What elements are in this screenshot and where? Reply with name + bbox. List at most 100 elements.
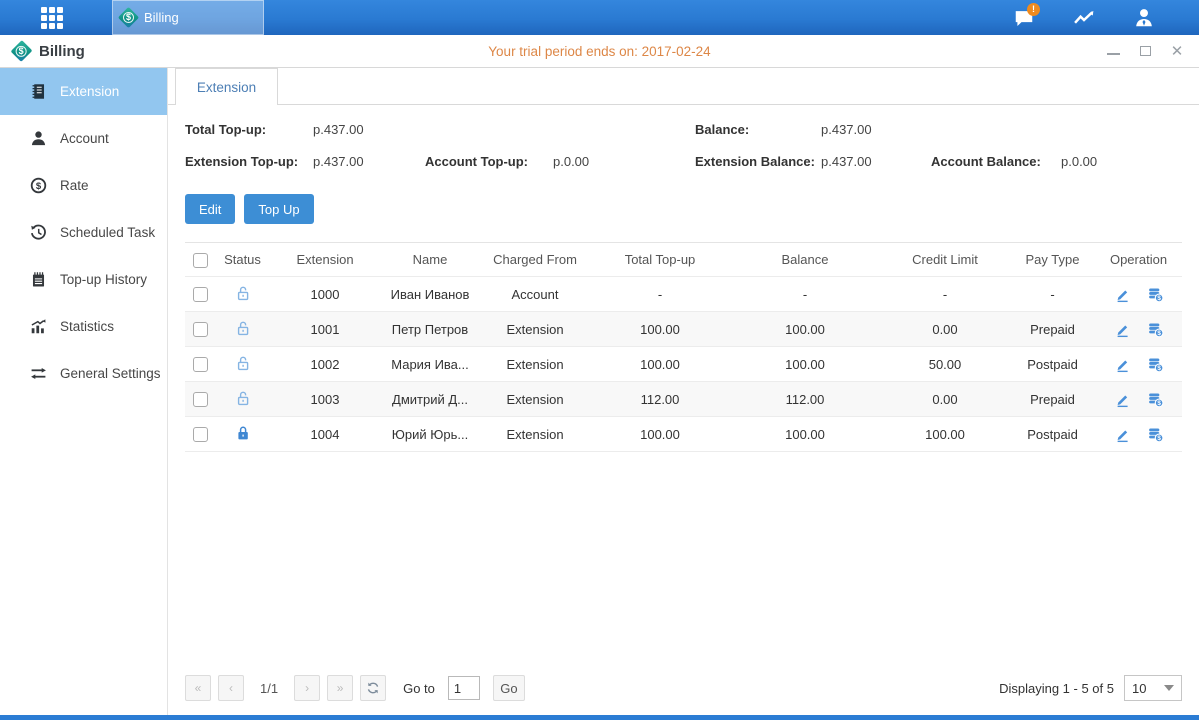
charged-from-cell: Extension xyxy=(480,322,590,337)
minimize-button[interactable] xyxy=(1105,43,1121,59)
sidebar-item-rate[interactable]: $ Rate xyxy=(0,162,167,209)
top-up-icon[interactable]: $ xyxy=(1147,356,1164,373)
extension-balance-value: p.437.00 xyxy=(821,154,931,169)
balance-cell: - xyxy=(730,287,880,302)
table-row: 1001 Петр Петров Extension 100.00 100.00… xyxy=(185,312,1182,347)
refresh-icon xyxy=(366,681,380,695)
lock-closed-icon xyxy=(235,425,251,441)
header-extension: Extension xyxy=(270,252,380,267)
billing-window-icon: $ xyxy=(11,40,33,62)
taskbar-tab-label: Billing xyxy=(144,10,179,25)
last-page-button[interactable]: » xyxy=(327,675,353,701)
header-name: Name xyxy=(380,252,480,267)
sidebar-item-extension[interactable]: Extension xyxy=(0,68,167,115)
credit-limit-cell: 0.00 xyxy=(880,392,1010,407)
page-size-select[interactable]: 10 xyxy=(1124,675,1182,701)
row-checkbox[interactable] xyxy=(193,287,208,302)
tab-strip: Extension xyxy=(168,68,1199,105)
balance-value: p.437.00 xyxy=(821,122,931,137)
sidebar-item-scheduled-task[interactable]: Scheduled Task xyxy=(0,209,167,256)
next-page-button[interactable]: › xyxy=(294,675,320,701)
balance-cell: 112.00 xyxy=(730,392,880,407)
header-total-topup: Total Top-up xyxy=(590,252,730,267)
total-topup-cell: - xyxy=(590,287,730,302)
sidebar-item-label: Scheduled Task xyxy=(60,225,155,240)
bottom-accent-strip xyxy=(0,715,1199,720)
sidebar-item-label: Top-up History xyxy=(60,272,147,287)
table-row: 1003 Дмитрий Д... Extension 112.00 112.0… xyxy=(185,382,1182,417)
main-content: Extension Total Top-up: p.437.00 Balance… xyxy=(168,68,1199,715)
row-checkbox[interactable] xyxy=(193,322,208,337)
top-up-button[interactable]: Top Up xyxy=(244,194,313,224)
window-titlebar: $ Billing Your trial period ends on: 201… xyxy=(0,35,1199,68)
extension-topup-value: p.437.00 xyxy=(313,154,425,169)
statistics-button[interactable] xyxy=(1059,0,1109,35)
account-topup-value: p.0.00 xyxy=(553,154,695,169)
top-up-icon[interactable]: $ xyxy=(1147,321,1164,338)
bar-chart-arrow-icon xyxy=(30,318,47,335)
first-page-button[interactable]: « xyxy=(185,675,211,701)
displaying-status: Displaying 1 - 5 of 5 xyxy=(999,681,1114,696)
extension-cell: 1002 xyxy=(270,357,380,372)
app-grid-button[interactable] xyxy=(28,0,76,35)
extension-cell: 1003 xyxy=(270,392,380,407)
tab-label: Extension xyxy=(197,80,256,95)
refresh-button[interactable] xyxy=(360,675,386,701)
user-account-button[interactable] xyxy=(1119,0,1169,35)
row-checkbox[interactable] xyxy=(193,392,208,407)
taskbar: $ Billing ! xyxy=(0,0,1199,35)
svg-text:$: $ xyxy=(1157,295,1161,302)
pagination-bar: « ‹ 1/1 › » Go to Go Displaying 1 - 5 of… xyxy=(168,675,1199,715)
edit-icon[interactable] xyxy=(1114,286,1131,303)
messages-button[interactable]: ! xyxy=(999,0,1049,35)
edit-icon[interactable] xyxy=(1114,356,1131,373)
pay-type-cell: Prepaid xyxy=(1010,392,1095,407)
account-balance-label: Account Balance: xyxy=(931,154,1061,169)
charged-from-cell: Account xyxy=(480,287,590,302)
edit-icon[interactable] xyxy=(1114,321,1131,338)
sidebar: Extension Account $ Rate Scheduled Task xyxy=(0,68,168,715)
extensions-table: Status Extension Name Charged From Total… xyxy=(185,242,1182,452)
top-up-icon[interactable]: $ xyxy=(1147,391,1164,408)
line-chart-icon xyxy=(1071,7,1097,29)
lock-open-icon xyxy=(235,390,251,406)
header-credit-limit: Credit Limit xyxy=(880,252,1010,267)
svg-text:$: $ xyxy=(1157,435,1161,442)
row-checkbox[interactable] xyxy=(193,427,208,442)
prev-page-button[interactable]: ‹ xyxy=(218,675,244,701)
edit-button[interactable]: Edit xyxy=(185,194,235,224)
sidebar-item-label: Extension xyxy=(60,84,119,99)
goto-page-input[interactable] xyxy=(448,676,480,700)
select-all-checkbox[interactable] xyxy=(193,253,208,268)
total-topup-cell: 100.00 xyxy=(590,427,730,442)
pay-type-cell: Postpaid xyxy=(1010,427,1095,442)
sidebar-item-general-settings[interactable]: General Settings xyxy=(0,350,167,397)
svg-text:$: $ xyxy=(1157,330,1161,337)
name-cell: Иван Иванов xyxy=(380,287,480,302)
lock-open-icon xyxy=(235,285,251,301)
account-topup-label: Account Top-up: xyxy=(425,154,553,169)
svg-text:$: $ xyxy=(36,181,42,192)
extension-cell: 1004 xyxy=(270,427,380,442)
credit-limit-cell: - xyxy=(880,287,1010,302)
extension-topup-label: Extension Top-up: xyxy=(185,154,313,169)
svg-text:$: $ xyxy=(1157,400,1161,407)
taskbar-tab-billing[interactable]: $ Billing xyxy=(112,0,264,35)
name-cell: Юрий Юрь... xyxy=(380,427,480,442)
top-up-icon[interactable]: $ xyxy=(1147,286,1164,303)
top-up-icon[interactable]: $ xyxy=(1147,426,1164,443)
sidebar-item-account[interactable]: Account xyxy=(0,115,167,162)
edit-icon[interactable] xyxy=(1114,426,1131,443)
tab-extension[interactable]: Extension xyxy=(175,68,278,105)
person-icon xyxy=(30,130,47,147)
go-button[interactable]: Go xyxy=(493,675,525,701)
balance-summary: Total Top-up: p.437.00 Balance: p.437.00… xyxy=(185,122,1199,169)
account-balance-value: p.0.00 xyxy=(1061,154,1199,169)
close-button[interactable]: ✕ xyxy=(1169,43,1185,59)
row-checkbox[interactable] xyxy=(193,357,208,372)
maximize-button[interactable] xyxy=(1137,43,1153,59)
sidebar-item-statistics[interactable]: Statistics xyxy=(0,303,167,350)
sidebar-item-topup-history[interactable]: Top-up History xyxy=(0,256,167,303)
edit-icon[interactable] xyxy=(1114,391,1131,408)
trial-notice: Your trial period ends on: 2017-02-24 xyxy=(0,44,1199,59)
